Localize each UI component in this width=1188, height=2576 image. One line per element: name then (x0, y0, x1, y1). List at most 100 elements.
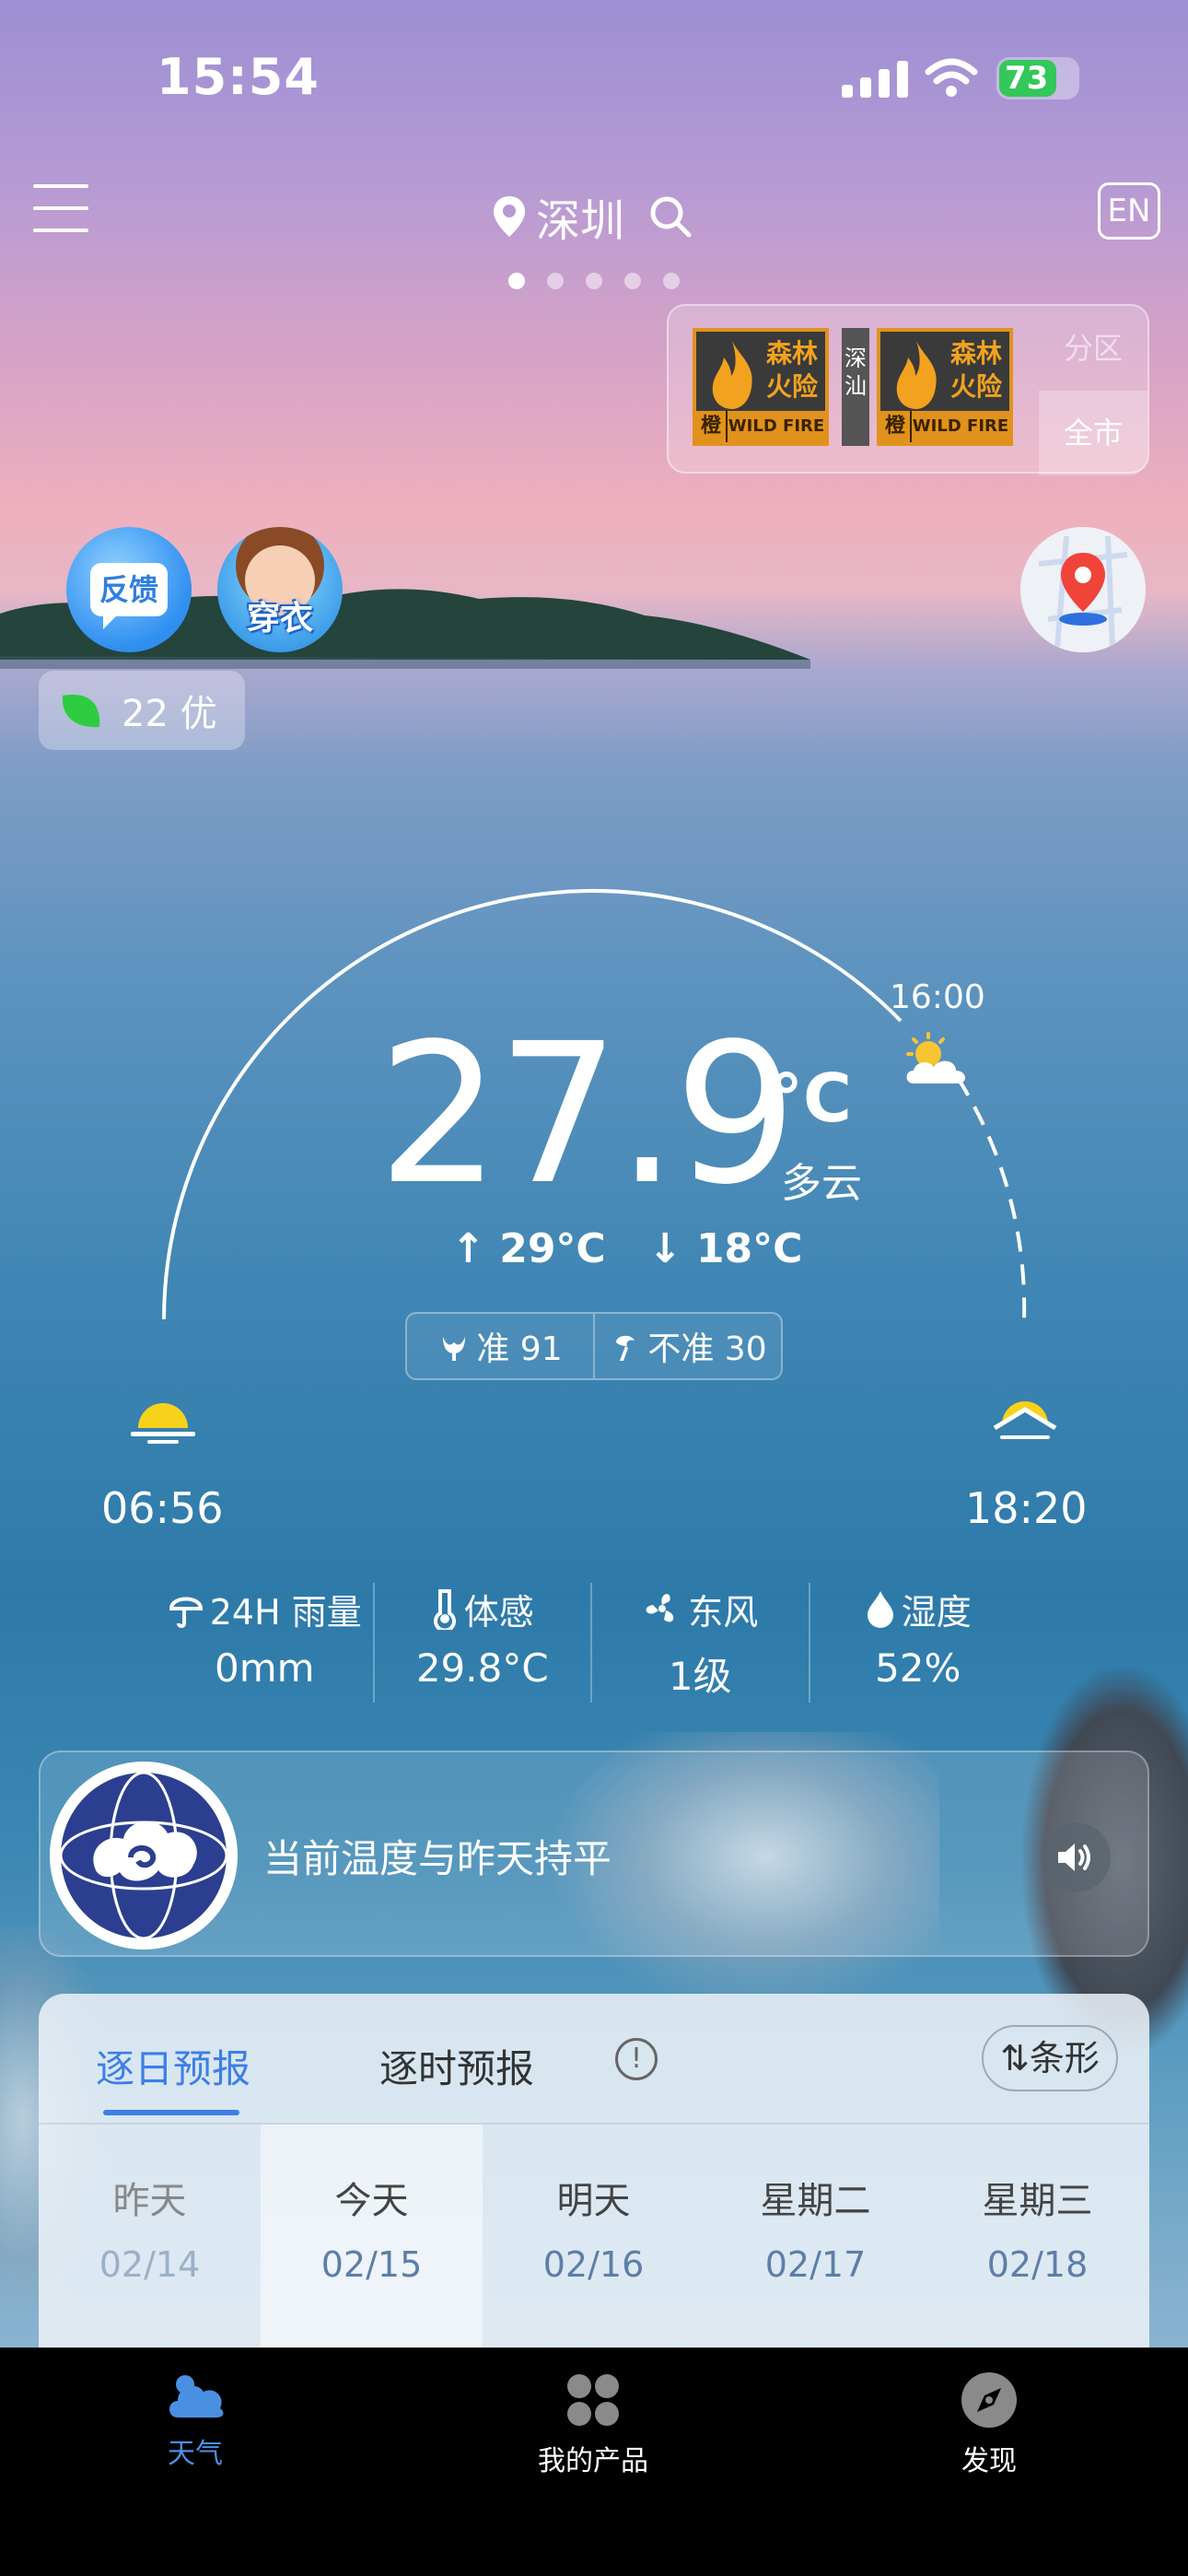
weather-broadcast-banner[interactable]: 当前温度与昨天持平 (39, 1751, 1149, 1957)
humidity-value: 52% (875, 1645, 961, 1691)
segment-district[interactable]: 分区 (1039, 306, 1147, 391)
weather-stats: 24H 雨量 0mm 体感 29.8°C 东风 1级 湿度 52% (157, 1583, 1026, 1703)
fan-icon (646, 1594, 674, 1622)
low-temp: 18°C (695, 1225, 803, 1272)
forest-fire-warning-badge[interactable]: 森林 火险 橙 WILD FIRE (693, 328, 829, 446)
warning-footer: WILD FIRE (912, 416, 1009, 436)
page-dot (547, 273, 564, 289)
stat-feels-like[interactable]: 体感 29.8°C (375, 1583, 592, 1703)
bottom-navigation: 天气 我的产品 发现 (0, 2348, 1188, 2576)
weather-condition: 多云 (781, 1160, 862, 1207)
forecast-day[interactable]: 星期三 02/18 (926, 2125, 1148, 2364)
compass-icon (961, 2372, 1017, 2428)
grid-icon (567, 2374, 619, 2426)
cma-logo-icon (50, 1762, 238, 1950)
warning-footer: WILD FIRE (728, 416, 825, 436)
aqi-value: 22 (122, 693, 169, 735)
wilted-flower-icon (616, 1335, 635, 1361)
tab-hourly-forecast[interactable]: 逐时预报 (379, 2038, 534, 2094)
warning-panel[interactable]: 森林 火险 橙 WILD FIRE 深汕 森林 火险 橙 WILD FIRE 分区 全市 (667, 304, 1149, 475)
forecast-accuracy-vote[interactable]: 准 91 不准 30 (405, 1312, 783, 1380)
clothing-advice-button[interactable]: 穿衣 (217, 527, 343, 652)
droplet-icon (867, 1591, 893, 1628)
forecast-day[interactable]: 明天 02/16 (483, 2125, 705, 2364)
battery-level: 73 (999, 60, 1056, 97)
next-hour-time: 16:00 (890, 978, 985, 1016)
segment-citywide[interactable]: 全市 (1039, 391, 1147, 475)
forecast-days: 昨天 02/14 今天 02/15 明天 02/16 星期二 02/17 星期三… (39, 2125, 1149, 2364)
forest-fire-warning-badge[interactable]: 森林 火险 橙 WILD FIRE (877, 328, 1013, 446)
aqi-level: 优 (180, 693, 217, 735)
forecast-day[interactable]: 星期二 02/17 (705, 2125, 926, 2364)
rainfall-value: 0mm (214, 1645, 315, 1691)
stat-rainfall[interactable]: 24H 雨量 0mm (157, 1583, 375, 1703)
high-temp: 29°C (499, 1225, 606, 1272)
battery-indicator: 73 (996, 57, 1079, 100)
wifi-icon (925, 58, 978, 97)
page-dot (624, 273, 641, 289)
feedback-label: 反馈 (90, 563, 168, 629)
forecast-tabs: 逐日预报 逐时预报 ! ⇅条形 (39, 1994, 1149, 2125)
language-button[interactable]: EN (1098, 182, 1160, 240)
high-low-temperature: ↑ 29°C ↓ 18°C (451, 1225, 802, 1272)
status-time: 15:54 (157, 48, 320, 106)
city-name: 深圳 (536, 195, 625, 247)
warning-title: 火险 (949, 371, 1002, 402)
arrow-up-icon: ↑ (451, 1225, 485, 1272)
stat-humidity[interactable]: 湿度 52% (810, 1583, 1027, 1703)
clothing-label: 穿衣 (246, 600, 313, 638)
flower-icon (443, 1337, 466, 1361)
warning-title: 森林 (949, 338, 1002, 369)
feels-like-value: 29.8°C (415, 1645, 549, 1691)
arrow-down-icon: ↓ (647, 1225, 682, 1272)
partly-cloudy-icon (906, 1032, 966, 1083)
page-dot (663, 273, 680, 289)
forecast-day[interactable]: 昨天 02/14 (39, 2125, 261, 2364)
tab-active-indicator (103, 2110, 239, 2115)
feedback-button[interactable]: 反馈 (66, 527, 192, 652)
map-button[interactable] (1020, 527, 1146, 652)
cloud-icon (169, 2375, 224, 2418)
temperature-unit: °C (770, 1060, 852, 1137)
flame-icon (712, 341, 752, 409)
map-pin-icon (1020, 527, 1146, 652)
warning-title: 火险 (765, 371, 818, 402)
vote-accurate-button[interactable]: 准 91 (407, 1314, 595, 1378)
nav-my-products[interactable]: 我的产品 (483, 2371, 704, 2478)
info-icon[interactable]: ! (615, 2038, 658, 2080)
wind-value: 1级 (668, 1654, 732, 1699)
thermometer-icon (433, 1589, 456, 1630)
page-dot (586, 273, 602, 289)
broadcast-text: 当前温度与昨天持平 (263, 1836, 612, 1881)
warning-level: 橙 (880, 411, 912, 442)
umbrella-icon (169, 1597, 203, 1628)
sort-arrows-icon: ⇅ (1000, 2038, 1030, 2078)
tab-daily-forecast[interactable]: 逐日预报 (96, 2038, 250, 2094)
speaker-button[interactable] (1041, 1822, 1111, 1892)
speaker-icon (1058, 1844, 1090, 1871)
flame-icon (896, 341, 937, 409)
page-dot (508, 273, 525, 289)
cellular-signal-icon (842, 61, 908, 98)
leaf-icon (62, 695, 100, 728)
stat-wind[interactable]: 东风 1级 (592, 1583, 810, 1703)
air-quality-badge[interactable]: 22 优 (39, 671, 245, 750)
warning-region-label: 深汕 (842, 328, 869, 446)
city-selector[interactable]: 深圳 (492, 184, 694, 249)
current-temperature: 27.9 (378, 1001, 798, 1227)
warning-level: 橙 (696, 411, 728, 442)
sunrise-time: 06:56 (101, 1483, 224, 1533)
forecast-day[interactable]: 今天 02/15 (261, 2125, 483, 2364)
warning-scope-toggle[interactable]: 分区 全市 (1039, 306, 1147, 475)
vote-inaccurate-button[interactable]: 不准 30 (595, 1314, 781, 1378)
sunrise-icon (131, 1403, 195, 1444)
sunset-time: 18:20 (965, 1483, 1088, 1533)
view-mode-toggle[interactable]: ⇅条形 (982, 2025, 1118, 2091)
nav-weather[interactable]: 天气 (85, 2371, 306, 2471)
location-pin-icon (494, 196, 525, 237)
menu-icon[interactable] (33, 184, 88, 232)
page-indicator (508, 273, 680, 289)
warning-title: 森林 (765, 338, 818, 369)
nav-discover[interactable]: 发现 (879, 2371, 1100, 2478)
search-icon[interactable] (646, 193, 694, 240)
